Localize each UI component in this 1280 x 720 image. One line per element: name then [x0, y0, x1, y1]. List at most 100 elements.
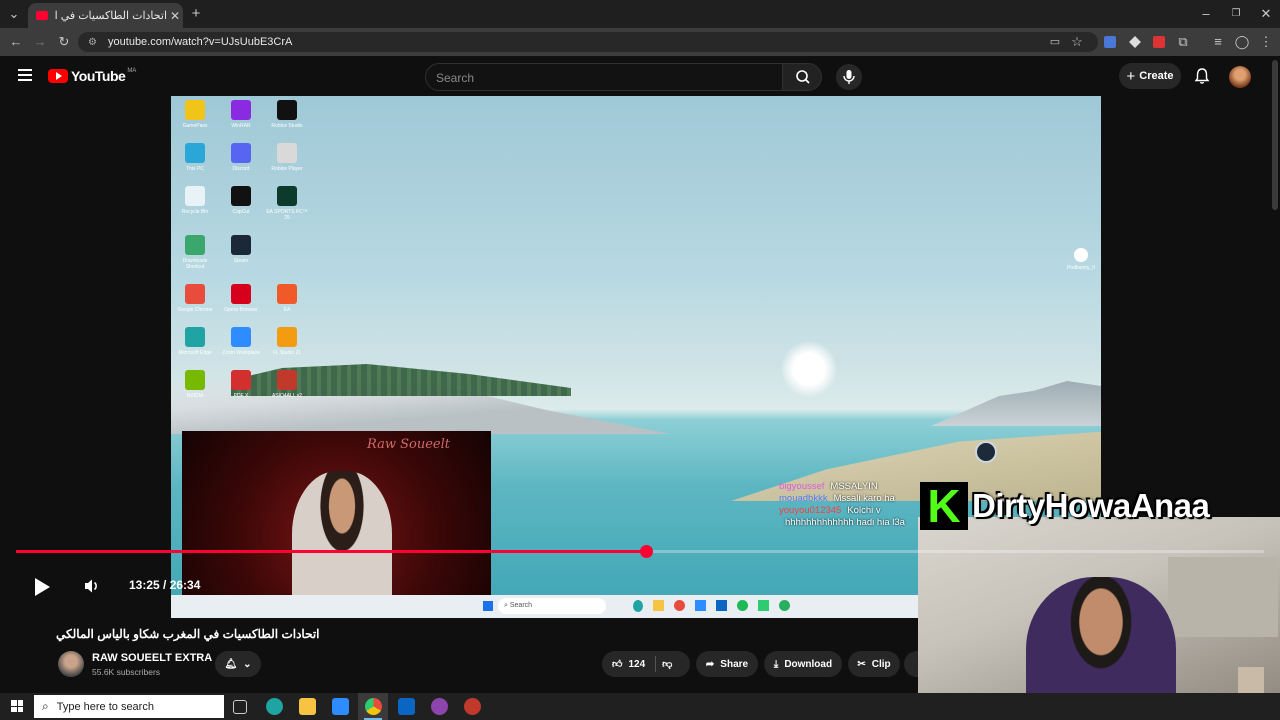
- address-bar[interactable]: ⚙ youtube.com/watch?v=UJsUubE3CrA: [78, 32, 1098, 52]
- download-button[interactable]: ⤓ Download: [764, 651, 842, 677]
- desktop-icon-grid: GamePass WinRAR Roblox Studio This PC Discor…: [173, 100, 311, 399]
- taskbar-search-box[interactable]: ⌕ Type here to search: [34, 695, 224, 718]
- browser-tab-active[interactable]: اتحادات الطاكسيات في المغرب ... ✕: [28, 3, 183, 28]
- adblock-extension-icon[interactable]: [1153, 36, 1165, 48]
- desktop-icon-label: Opera Browser: [224, 307, 258, 313]
- install-app-icon[interactable]: ▭: [1045, 28, 1065, 56]
- channel-avatar[interactable]: [58, 651, 84, 677]
- thumbs-down-icon: 👎︎: [662, 659, 673, 670]
- share-button[interactable]: ➦ Share: [696, 651, 758, 677]
- inner-taskbar-apps: [633, 600, 790, 612]
- app-icon: [277, 327, 297, 347]
- translate-extension-icon[interactable]: [1104, 36, 1116, 48]
- divider: [655, 656, 657, 672]
- download-label: Download: [784, 658, 833, 670]
- youtube-logo[interactable]: YouTube MA: [48, 68, 136, 84]
- app-icon: [277, 284, 297, 304]
- streamer-webcam: Raw Soueelt: [182, 431, 491, 606]
- desktop-icon[interactable]: EA SPORTS FC™ 25: [265, 186, 309, 221]
- obs-icon[interactable]: [464, 698, 481, 715]
- minimize-icon[interactable]: –: [1196, 0, 1216, 28]
- app-icon[interactable]: [431, 698, 448, 715]
- desktop-icon[interactable]: Google Chrome: [173, 284, 217, 313]
- chrome-taskbar-active[interactable]: [358, 693, 388, 720]
- desktop-icon[interactable]: Roblox Player: [265, 143, 309, 172]
- back-icon[interactable]: ←: [6, 28, 26, 56]
- hamburger-menu-icon[interactable]: [18, 69, 32, 81]
- folder-taskbar-icon: [653, 600, 664, 611]
- outlook-icon[interactable]: [398, 698, 415, 715]
- desktop-icon[interactable]: Downloads Shortcut: [173, 235, 217, 270]
- desktop-icon[interactable]: GamePass: [173, 100, 217, 129]
- media-control-icon[interactable]: ≡: [1208, 28, 1228, 56]
- create-button[interactable]: + Create: [1119, 63, 1181, 89]
- desktop-icon[interactable]: NVIDIA: [173, 370, 217, 399]
- app-icon: [231, 100, 251, 120]
- like-button[interactable]: 👍︎ 124: [612, 658, 645, 671]
- desktop-icon-right[interactable]: Podbunny_II: [1059, 248, 1101, 271]
- play-circle-icon: [1074, 248, 1088, 262]
- play-button[interactable]: [32, 577, 52, 602]
- edge-icon[interactable]: [266, 698, 283, 715]
- desktop-icon[interactable]: Microsoft Edge: [173, 327, 217, 356]
- windows-logo-icon: [483, 601, 493, 611]
- notifications-bell-icon[interactable]: [1193, 67, 1211, 90]
- app-icon: [185, 186, 205, 206]
- app-icon: [277, 235, 297, 255]
- desktop-icon[interactable]: Discord: [219, 143, 263, 172]
- close-tab-icon[interactable]: ✕: [167, 9, 183, 23]
- volume-button[interactable]: [83, 577, 101, 600]
- whatsapp-taskbar-icon: [779, 600, 790, 611]
- site-info-icon[interactable]: ⚙: [88, 37, 97, 48]
- windows-start-icon[interactable]: [11, 700, 23, 712]
- dislike-button[interactable]: 👎︎: [662, 658, 672, 670]
- profile-icon[interactable]: ◯: [1232, 28, 1252, 56]
- desktop-icon[interactable]: ASIO4ALL v2: [265, 370, 309, 399]
- desktop-icon[interactable]: PDF X: [219, 370, 263, 399]
- desktop-icon[interactable]: Roblox Studio: [265, 100, 309, 129]
- chrome-menu-icon[interactable]: ⋮: [1256, 28, 1276, 56]
- microsoft-store-icon[interactable]: [332, 698, 349, 715]
- play-icon: [35, 578, 50, 596]
- desktop-icon[interactable]: WinRAR: [219, 100, 263, 129]
- sun: [781, 341, 837, 397]
- task-view-icon[interactable]: [233, 700, 247, 714]
- desktop-icon[interactable]: EA: [265, 284, 309, 313]
- app-icon: [231, 186, 251, 206]
- clip-label: Clip: [871, 658, 891, 670]
- logo-wordmark: YouTube: [71, 68, 126, 84]
- desktop-icon[interactable]: Opera Browser: [219, 284, 263, 313]
- bookmark-star-icon[interactable]: ☆: [1067, 28, 1087, 56]
- microphone-icon: [843, 70, 855, 84]
- desktop-icon[interactable]: FL Studio 21: [265, 327, 309, 356]
- subscribed-notifications-button[interactable]: 🔔︎ ⌄: [215, 651, 261, 677]
- like-dislike-group: 👍︎ 124 👎︎: [602, 651, 690, 677]
- new-tab-icon[interactable]: +: [186, 0, 206, 28]
- desktop-icon[interactable]: Zoom Workplace: [219, 327, 263, 356]
- desktop-icon[interactable]: This PC: [173, 143, 217, 172]
- desktop-icon[interactable]: CapCut: [219, 186, 263, 221]
- app-icon: [185, 100, 205, 120]
- volume-icon: [85, 579, 97, 593]
- search-input[interactable]: [426, 64, 768, 92]
- scrubber-handle[interactable]: [640, 545, 653, 558]
- desktop-icon[interactable]: Steam: [219, 235, 263, 270]
- restore-icon[interactable]: ❐: [1226, 0, 1246, 28]
- more-actions-button[interactable]: [904, 651, 918, 677]
- close-window-icon[interactable]: ✕: [1256, 0, 1276, 28]
- chat-text: Kolchi v: [847, 505, 881, 516]
- page-scrollbar[interactable]: [1272, 60, 1278, 210]
- account-avatar[interactable]: [1229, 66, 1251, 88]
- extensions-puzzle-icon[interactable]: ⧉: [1173, 28, 1193, 56]
- channel-name[interactable]: RAW SOUEELT EXTRA: [92, 652, 212, 664]
- app-shortcut-icon[interactable]: [975, 441, 997, 463]
- voice-search-button[interactable]: [836, 64, 862, 90]
- reload-icon[interactable]: ↻: [54, 28, 74, 56]
- clip-button[interactable]: ✂ Clip: [848, 651, 900, 677]
- search-button[interactable]: [782, 63, 822, 91]
- download-icon: ⤓: [773, 658, 779, 670]
- forward-icon[interactable]: →: [30, 28, 50, 56]
- file-explorer-icon[interactable]: [299, 698, 316, 715]
- tab-search-icon[interactable]: ⌄: [4, 0, 24, 28]
- desktop-icon[interactable]: Recycle Bin: [173, 186, 217, 221]
